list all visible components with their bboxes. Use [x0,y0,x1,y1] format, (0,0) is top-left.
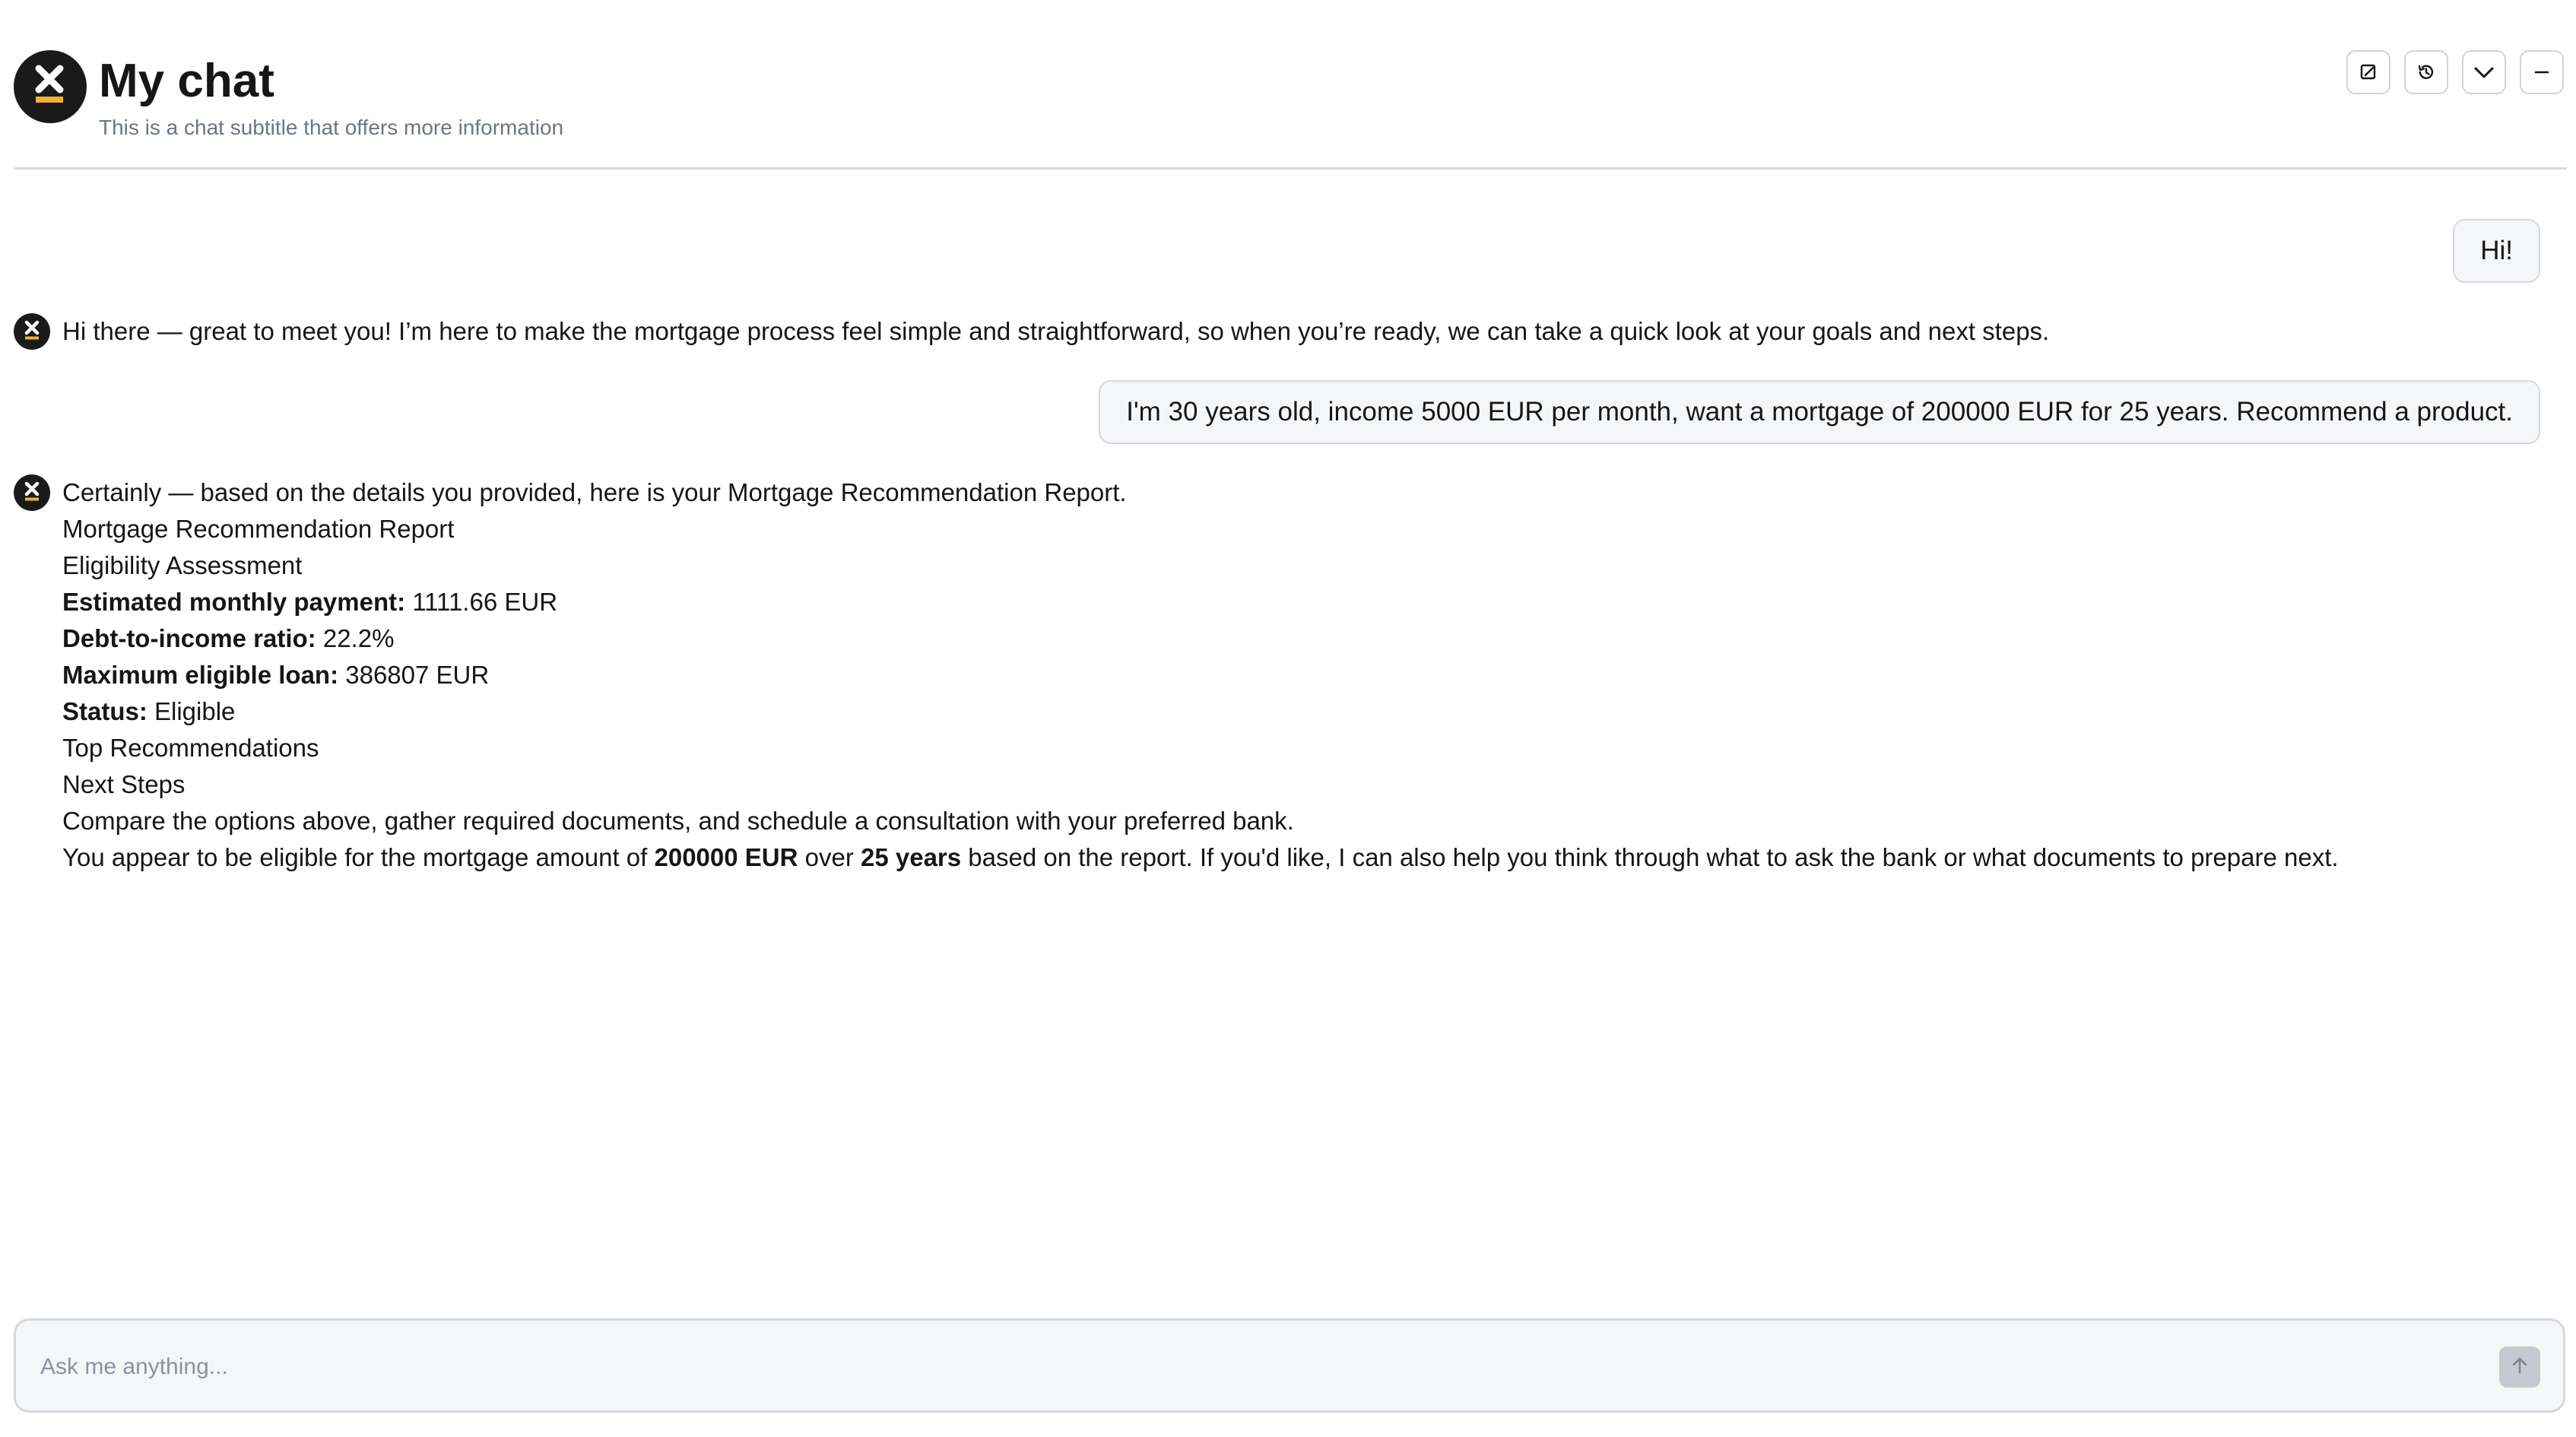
chat-subtitle: This is a chat subtitle that offers more… [99,116,564,139]
chat-input[interactable] [39,1342,2475,1392]
user-message: Hi! [2453,219,2540,283]
dti-value: 22.2% [316,624,395,652]
section-eligibility: Eligibility Assessment [62,551,303,579]
bot-message: Hi there — great to meet you! I’m here t… [62,313,2049,350]
section-recommendations: Top Recommendations [62,734,319,762]
closing-text: You appear to be eligible for the mortga… [62,839,2339,876]
chevron-down-icon [2472,60,2496,84]
monthly-payment-row: Estimated monthly payment: 1111.66 EUR [62,584,2339,620]
closing-amount: 200000 EUR [654,843,798,871]
brand-logo-icon [14,50,87,123]
bot-report-message: Certainly — based on the details you pro… [62,474,2339,876]
history-button[interactable] [2404,50,2448,94]
max-loan-row: Maximum eligible loan: 386807 EUR [62,657,2339,693]
send-button[interactable] [2499,1347,2540,1388]
closing-part1: You appear to be eligible for the mortga… [62,843,655,871]
status-value: Eligible [147,697,236,725]
bot-avatar-icon [14,474,50,511]
chat-title: My chat [99,55,274,107]
closing-part2: over [798,843,861,871]
dti-row: Debt-to-income ratio: 22.2% [62,620,2339,657]
section-next-steps: Next Steps [62,770,186,798]
bot-avatar-icon [14,313,50,350]
edit-icon [2359,62,2378,82]
monthly-payment-label: Estimated monthly payment: [62,588,406,616]
user-message: I'm 30 years old, income 5000 EUR per mo… [1099,380,2540,444]
report-title: Mortgage Recommendation Report [62,515,455,543]
max-loan-value: 386807 EUR [338,661,490,689]
report-intro: Certainly — based on the details you pro… [62,478,1127,506]
chat-window: My chat This is a chat subtitle that off… [0,0,2576,1437]
minimize-icon [2532,62,2552,82]
dti-label: Debt-to-income ratio: [62,624,316,652]
message-composer [14,1318,2565,1413]
closing-part3: based on the report. If you'd like, I ca… [961,843,2339,871]
next-steps-text: Compare the options above, gather requir… [62,807,1294,835]
history-icon [2416,62,2437,83]
monthly-payment-value: 1111.66 EUR [405,588,558,616]
minimize-button[interactable] [2520,50,2564,94]
status-row: Status: Eligible [62,693,2339,730]
status-label: Status: [62,697,148,725]
chat-header: My chat This is a chat subtitle that off… [14,0,2567,170]
collapse-button[interactable] [2462,50,2506,94]
closing-term: 25 years [861,843,962,871]
bot-message-text: Hi there — great to meet you! I’m here t… [62,317,2050,345]
new-chat-button[interactable] [2346,50,2390,94]
arrow-up-icon [2509,1355,2530,1380]
max-loan-label: Maximum eligible loan: [62,661,339,689]
